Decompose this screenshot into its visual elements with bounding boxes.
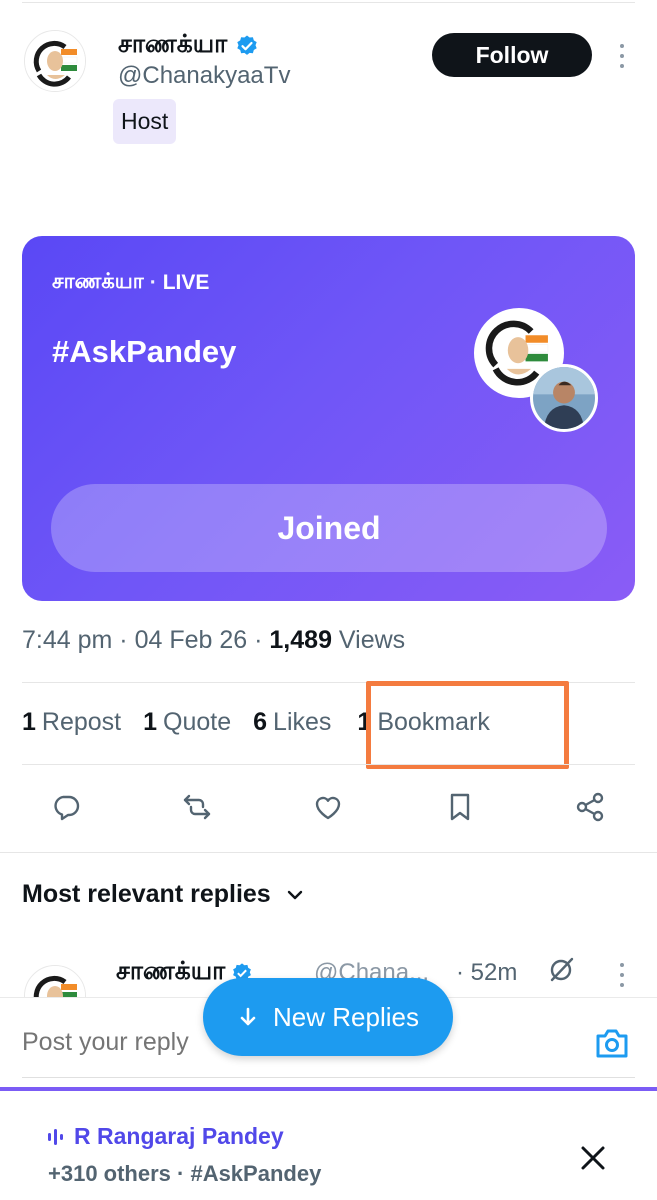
repost-icon[interactable] xyxy=(177,784,217,830)
new-replies-button[interactable]: New Replies xyxy=(203,978,453,1056)
close-icon[interactable] xyxy=(576,1141,610,1175)
chanakya-logo-icon xyxy=(25,31,85,91)
space-host-label: சாணக்யா xyxy=(52,270,144,293)
views-count[interactable]: 1,489 xyxy=(269,626,332,654)
reply-sort-dropdown[interactable]: Most relevant replies xyxy=(22,880,305,909)
chanakya-logo-icon xyxy=(25,966,85,997)
space-title: #AskPandey xyxy=(52,334,237,369)
composer-underline xyxy=(22,1077,635,1078)
space-separator: · xyxy=(149,271,157,294)
grok-icon[interactable] xyxy=(546,955,576,985)
arrow-down-icon xyxy=(240,1007,256,1026)
more-options-icon[interactable] xyxy=(612,961,632,989)
reply-avatar[interactable] xyxy=(24,965,86,997)
meta-dot: · xyxy=(254,626,263,654)
camera-icon[interactable] xyxy=(594,1026,630,1060)
user-name[interactable]: சாணக்யா xyxy=(118,30,259,62)
space-speaker-avatar[interactable] xyxy=(530,364,598,432)
stat-quotes[interactable]: 1 Quote xyxy=(143,708,231,737)
avatar[interactable] xyxy=(24,30,86,92)
post-header: சாணக்யா @ChanakyaaTv Host Follow xyxy=(0,0,657,160)
divider xyxy=(22,764,635,765)
verified-badge-icon xyxy=(237,35,257,55)
reply-time: · 52m xyxy=(456,959,518,986)
user-name-text[interactable]: சாணக்யா xyxy=(118,30,227,62)
user-handle[interactable]: @ChanakyaaTv xyxy=(118,62,290,90)
heart-icon[interactable] xyxy=(308,784,348,830)
post-date: 04 Feb 26 xyxy=(134,626,248,654)
bookmark-icon[interactable] xyxy=(440,784,480,830)
stat-reposts[interactable]: 1 Repost xyxy=(22,708,121,737)
new-replies-label[interactable]: New Replies xyxy=(273,1002,419,1033)
post-meta: 7:44 pm · 04 Feb 26 · 1,489 Views xyxy=(22,626,405,655)
follow-button[interactable]: Follow xyxy=(432,33,592,77)
chevron-down-icon xyxy=(287,890,302,899)
joined-button[interactable]: Joined xyxy=(51,484,607,572)
host-badge: Host xyxy=(113,99,177,144)
space-status: LIVE xyxy=(162,271,210,294)
dock-subtitle: +310 others · #AskPandey xyxy=(48,1161,322,1186)
reply-icon[interactable] xyxy=(46,784,86,830)
audio-wave-icon xyxy=(48,1128,63,1145)
person-photo-icon xyxy=(533,367,595,429)
meta-dot: · xyxy=(119,626,128,654)
post-time: 7:44 pm xyxy=(22,626,113,654)
space-host-line: சாணக்யா · LIVE xyxy=(52,270,209,296)
bookmark-highlight-box xyxy=(366,681,569,769)
more-options-icon[interactable] xyxy=(612,38,632,74)
space-card[interactable]: சாணக்யா · LIVE #AskPandey Joined xyxy=(22,236,635,601)
divider xyxy=(0,852,657,853)
views-label[interactable]: Views xyxy=(339,626,405,654)
dock-speaker[interactable]: R Rangaraj Pandey xyxy=(46,1123,284,1150)
stat-likes[interactable]: 6 Likes xyxy=(253,708,331,737)
action-bar xyxy=(22,784,635,834)
share-icon[interactable] xyxy=(570,784,610,830)
sort-label[interactable]: Most relevant replies xyxy=(22,880,271,909)
dock-speaker-name[interactable]: R Rangaraj Pandey xyxy=(74,1123,284,1150)
space-dock[interactable]: R Rangaraj Pandey +310 others · #AskPand… xyxy=(0,1087,657,1200)
